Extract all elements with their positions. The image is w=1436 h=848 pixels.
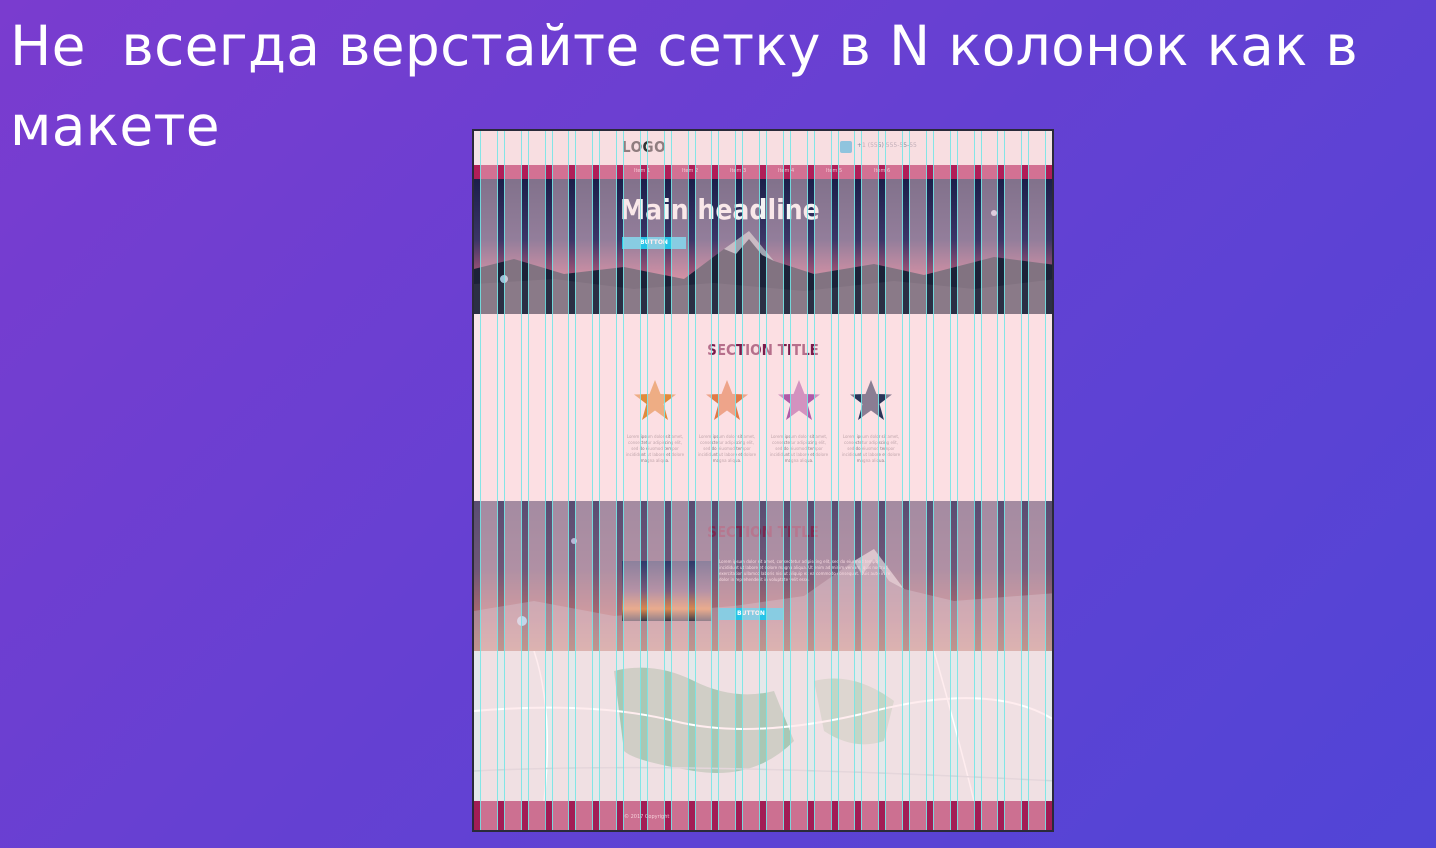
- mockup-nav: Item 1 Item 2 Item 3 Item 4 Item 5 Item …: [474, 165, 1052, 179]
- section-title: SECTION TITLE: [707, 341, 819, 359]
- nav-item[interactable]: Item 5: [826, 168, 842, 174]
- mockup-footer: © 2017 Copyright: [474, 801, 1052, 830]
- nav-item[interactable]: Item 1: [634, 168, 650, 174]
- section-title: SECTION TITLE: [707, 523, 819, 541]
- mockup-features-section: SECTION TITLE Lorem ipsum dolor sit amet…: [474, 314, 1052, 501]
- nav-item[interactable]: Item 6: [874, 168, 890, 174]
- feature-text: Lorem ipsum dolor sit amet, consectetur …: [841, 434, 901, 463]
- nav-item[interactable]: Item 4: [778, 168, 794, 174]
- feature-text: Lorem ipsum dolor sit amet, consectetur …: [625, 434, 685, 463]
- phone-icon: [840, 141, 852, 153]
- mockup-phone: +1 (555) 555-55-55: [857, 142, 917, 149]
- section-button[interactable]: BUTTON: [719, 608, 783, 620]
- star-icon: [706, 380, 748, 420]
- star-icon: [850, 380, 892, 420]
- section-image: [622, 561, 712, 621]
- mockup-map: [474, 651, 1052, 801]
- mockup-media-section: SECTION TITLE Lorem ipsum dolor sit amet…: [474, 501, 1052, 651]
- nav-item[interactable]: Item 2: [682, 168, 698, 174]
- feature-text: Lorem ipsum dolor sit amet, consectetur …: [769, 434, 829, 463]
- hero-button[interactable]: BUTTON: [622, 237, 686, 249]
- feature-text: Lorem ipsum dolor sit amet, consectetur …: [697, 434, 757, 463]
- footer-copyright: © 2017 Copyright: [624, 814, 670, 820]
- map-illustration: [474, 651, 1052, 801]
- star-icon: [634, 380, 676, 420]
- layout-mockup: LOGO +1 (555) 555-55-55 Item 1 Item 2 It…: [472, 129, 1054, 832]
- mockup-logo: LOGO: [622, 138, 667, 156]
- star-icon: [778, 380, 820, 420]
- nav-item[interactable]: Item 3: [730, 168, 746, 174]
- section-text: Lorem ipsum dolor sit amet, consectetur …: [719, 559, 891, 582]
- mockup-header: LOGO +1 (555) 555-55-55: [474, 131, 1052, 165]
- hero-headline: Main headline: [620, 193, 820, 226]
- mockup-hero: Main headline BUTTON: [474, 179, 1052, 314]
